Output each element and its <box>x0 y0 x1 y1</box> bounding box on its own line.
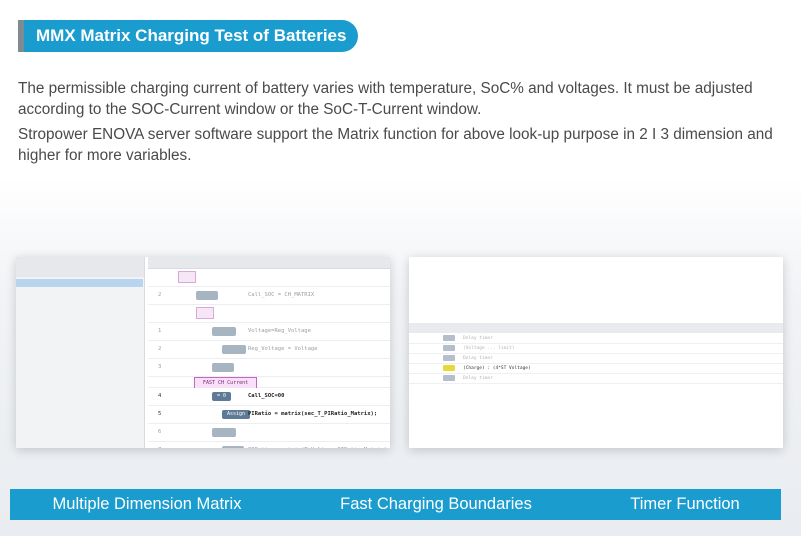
page-title: MMX Matrix Charging Test of Batteries <box>36 26 347 45</box>
editor-row-active-group: FAST CH Current <box>148 377 390 389</box>
editor-row-active: 5 Assign PIRatio = matrix(sec_T_PIRatio_… <box>148 406 390 424</box>
editor-row: 1 Voltage=Reg_Voltage <box>148 323 390 341</box>
editor-row: 7PIRatio = matrix(T_Voltage_PIRatio_Matr… <box>148 442 390 448</box>
sidebar-header <box>16 257 144 277</box>
boundaries-table-header <box>409 323 783 333</box>
feature-footer-bar: Multiple Dimension Matrix Fast Charging … <box>10 489 781 520</box>
section-title-banner: MMX Matrix Charging Test of Batteries <box>18 20 358 52</box>
boundaries-table-screenshot: Delay timer (Voltage ... limit) Delay ti… <box>409 257 783 448</box>
editor-row: 2 Call_SOC = CH_MATRIX <box>148 287 390 305</box>
row-code: Call_SOC=00 <box>248 393 285 399</box>
description-paragraph-2: Stropower ENOVA server software support … <box>18 126 773 164</box>
editor-row-active: 4 = 0 Call_SOC=00 <box>148 388 390 406</box>
editor-row: 6 <box>148 424 390 442</box>
boundaries-row-highlighted: (Charge) : (4*ST Voltage) <box>409 364 783 374</box>
editor-sidebar <box>16 257 145 448</box>
boundaries-row: Delay timer <box>409 374 783 384</box>
editor-row: 3 <box>148 359 390 377</box>
row-code: PIRatio = matrix(sec_T_PIRatio_Matrix); <box>248 411 378 417</box>
sidebar-selected-row <box>16 279 143 287</box>
editor-row: 2 Reg_Voltage = Voltage <box>148 341 390 359</box>
boundaries-row: (Voltage ... limit) <box>409 344 783 354</box>
editor-main-table: 2 Call_SOC = CH_MATRIX 1 Voltage=Reg_Volta… <box>148 257 390 448</box>
row-index: 4 <box>158 393 162 399</box>
footer-item-timer: Timer Function <box>630 495 740 513</box>
row-index: 5 <box>158 411 162 417</box>
row-tag: Assign <box>222 410 251 419</box>
editor-row <box>148 305 390 323</box>
editor-table-header <box>148 257 390 269</box>
footer-item-boundaries: Fast Charging Boundaries <box>340 495 532 513</box>
matrix-editor-screenshot: 2 Call_SOC = CH_MATRIX 1 Voltage=Reg_Volta… <box>16 257 390 448</box>
footer-item-matrix: Multiple Dimension Matrix <box>52 495 242 513</box>
editor-row <box>148 269 390 287</box>
boundaries-row: Delay timer <box>409 334 783 344</box>
row-tag: = 0 <box>212 392 232 401</box>
description-paragraph-1: The permissible charging current of batt… <box>18 80 753 118</box>
boundaries-row: Delay timer <box>409 354 783 364</box>
